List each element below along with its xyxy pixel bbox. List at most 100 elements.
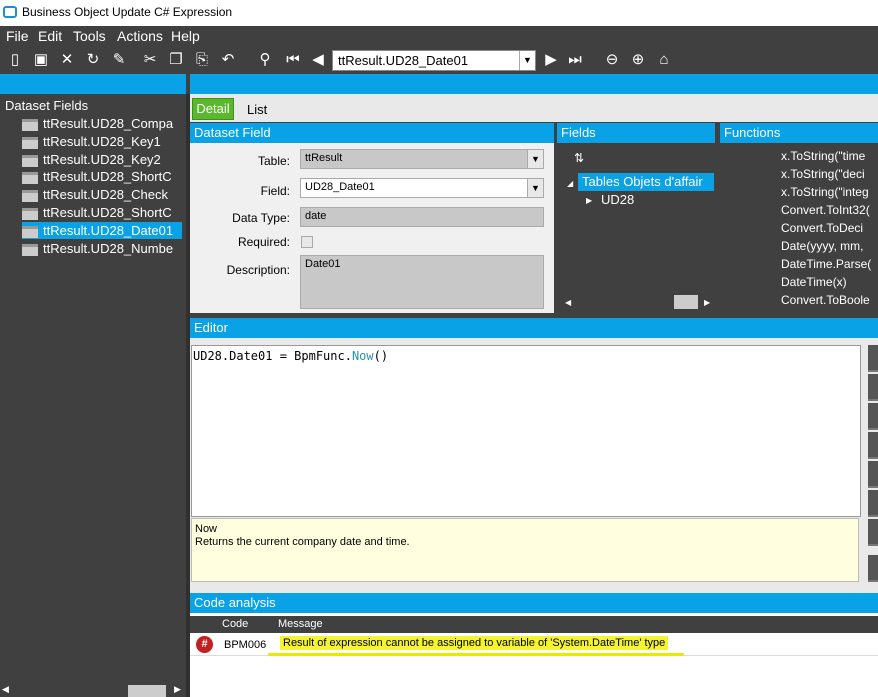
side-button[interactable] [868, 555, 878, 582]
tree-child[interactable]: UD28 [601, 192, 634, 207]
editor-header: Editor [190, 318, 878, 338]
record-nav-combo[interactable]: ttResult.UD28_Date01 ▼ [332, 50, 536, 71]
back-icon[interactable]: ⊖ [602, 50, 622, 70]
collapse-icon[interactable]: ◢ [567, 179, 573, 188]
previous-record-icon[interactable]: ◀ [308, 50, 328, 70]
side-button[interactable] [868, 432, 878, 459]
undo-icon[interactable]: ↶ [218, 50, 238, 70]
functions-header: Functions [720, 123, 878, 143]
col-code-header[interactable]: Code [222, 618, 248, 630]
function-item[interactable]: x.ToString("integ [781, 185, 869, 199]
tree-item[interactable]: ttResult.UD28_Check [22, 186, 182, 203]
copy-icon[interactable]: ❐ [166, 50, 186, 70]
grid-header: Code Message [190, 616, 878, 633]
sort-icon[interactable]: ⇅ [574, 151, 584, 165]
description-field: Date01 [300, 255, 544, 309]
first-record-icon[interactable]: ⏮ [283, 50, 303, 70]
side-button[interactable] [868, 374, 878, 401]
menu-actions[interactable]: Actions [117, 28, 163, 44]
header-strip [0, 74, 878, 94]
chevron-down-icon[interactable]: ▼ [519, 51, 535, 70]
dataset-fields-header: Dataset Fields [5, 98, 89, 113]
scroll-right-icon[interactable]: ▶ [704, 298, 710, 307]
new-icon[interactable]: ▯ [5, 50, 25, 70]
function-item[interactable]: Convert.ToBoole [781, 293, 870, 307]
menu-edit[interactable]: Edit [38, 28, 62, 44]
save-icon[interactable]: ▣ [31, 50, 51, 70]
scroll-left-icon[interactable]: ◀ [2, 684, 9, 695]
left-hscrollbar[interactable]: ◀ ▶ [0, 683, 186, 697]
menu-help[interactable]: Help [171, 28, 200, 44]
code-line: UD28.Date01 = BpmFunc.Now() [193, 349, 389, 363]
side-button[interactable] [868, 519, 878, 546]
chevron-down-icon[interactable]: ▼ [527, 150, 543, 168]
side-button[interactable] [868, 403, 878, 430]
function-item[interactable]: Date(yyyy, mm, [781, 239, 863, 253]
function-item[interactable]: Convert.ToInt32( [781, 203, 870, 217]
col-message-header[interactable]: Message [278, 618, 323, 630]
scroll-left-icon[interactable]: ◀ [565, 298, 571, 307]
scroll-thumb[interactable] [128, 685, 166, 697]
side-button[interactable] [868, 461, 878, 488]
title-bar: Business Object Update C# Expression [0, 0, 878, 26]
folder-icon [22, 189, 38, 202]
required-label: Required: [237, 235, 290, 249]
row-code: BPM006 [224, 639, 267, 651]
dataset-field-header: Dataset Field [190, 123, 554, 143]
table-select[interactable]: ttResult ▼ [300, 149, 544, 169]
row-message: Result of expression cannot be assigned … [280, 636, 669, 650]
tab-list[interactable]: List [247, 102, 267, 117]
record-nav-value: ttResult.UD28_Date01 [338, 53, 469, 68]
scroll-thumb[interactable] [674, 295, 698, 309]
cut-icon[interactable]: ✂ [140, 50, 160, 70]
paste-icon[interactable]: ⎘ [192, 50, 212, 70]
tree-item[interactable]: ttResult.UD28_Numbe [22, 240, 182, 257]
scroll-right-icon[interactable]: ▶ [174, 684, 181, 695]
function-item[interactable]: Convert.ToDeci [781, 221, 863, 235]
menu-file[interactable]: File [6, 28, 29, 44]
tree-item[interactable]: ttResult.UD28_ShortC [22, 168, 182, 185]
next-record-icon[interactable]: ▶ [541, 50, 561, 70]
folder-icon [22, 171, 38, 184]
last-record-icon[interactable]: ⏭ [565, 50, 585, 70]
tree-item[interactable]: ttResult.UD28_ShortC [22, 204, 182, 221]
table-row[interactable]: # BPM006 Result of expression cannot be … [190, 634, 878, 656]
function-item[interactable]: x.ToString("deci [781, 167, 865, 181]
code-analysis-header: Code analysis [190, 593, 878, 613]
chevron-down-icon[interactable]: ▼ [527, 179, 543, 197]
help-title: Now [195, 523, 218, 535]
help-text: Returns the current company date and tim… [195, 536, 410, 548]
tab-detail[interactable]: Detail [192, 98, 234, 120]
find-icon[interactable]: ⚲ [255, 50, 275, 70]
code-analysis-panel: Code Message # BPM006 Result of expressi… [190, 613, 878, 697]
delete-icon[interactable]: ✕ [57, 50, 77, 70]
fields-panel: ⇅ ◢ Tables Objets d'affair ▶ UD28 ◀ ▶ [557, 143, 715, 313]
function-item[interactable]: DateTime(x) [781, 275, 847, 289]
home-icon[interactable]: ⌂ [654, 50, 674, 70]
field-select[interactable]: UD28_Date01 ▼ [300, 178, 544, 198]
folder-icon [22, 118, 38, 131]
menu-tools[interactable]: Tools [73, 28, 106, 44]
side-button[interactable] [868, 490, 878, 517]
folder-icon [22, 243, 38, 256]
function-item[interactable]: x.ToString("time [781, 149, 865, 163]
function-item[interactable]: DateTime.Parse( [781, 257, 871, 271]
tree-item[interactable]: ttResult.UD28_Key2 [22, 151, 182, 168]
tree-item-selected[interactable]: ttResult.UD28_Date01 [22, 222, 182, 239]
forward-icon[interactable]: ⊕ [628, 50, 648, 70]
folder-icon [22, 207, 38, 220]
datatype-field: date [300, 207, 544, 227]
tree-item[interactable]: ttResult.UD28_Compa [22, 115, 182, 132]
clear-icon[interactable]: ✎ [109, 50, 129, 70]
code-editor[interactable]: UD28.Date01 = BpmFunc.Now() [191, 345, 861, 517]
refresh-icon[interactable]: ↻ [83, 50, 103, 70]
table-label: Table: [257, 154, 290, 168]
side-button[interactable] [868, 345, 878, 372]
required-checkbox[interactable] [301, 236, 313, 248]
expand-icon[interactable]: ▶ [586, 196, 592, 205]
tree-root[interactable]: Tables Objets d'affair [578, 173, 714, 191]
dataset-field-panel: Table: ttResult ▼ Field: UD28_Date01 ▼ D… [190, 143, 554, 313]
tree-item[interactable]: ttResult.UD28_Key1 [22, 133, 182, 150]
description-label: Description: [226, 263, 290, 277]
folder-icon [22, 154, 38, 167]
